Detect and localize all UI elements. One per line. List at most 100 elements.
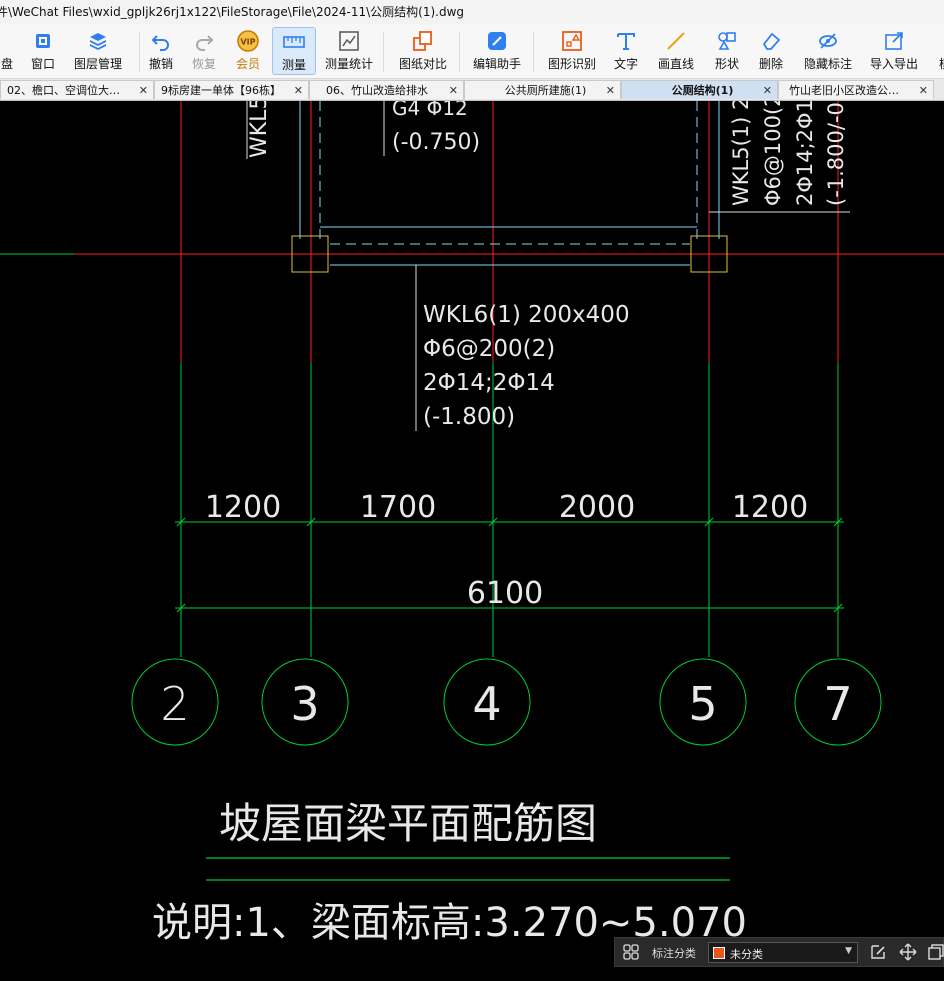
tab-document[interactable]: 9标房建一单体【96栋】 ✕ [154, 80, 309, 99]
toolbar-label: 图纸对比 [398, 57, 447, 71]
undo-icon [149, 29, 173, 53]
close-icon[interactable]: ✕ [449, 81, 458, 99]
copy-icon[interactable] [927, 943, 944, 961]
drawing-canvas[interactable]: WKL5 G4 Φ12 (-0.750) WKL5(1) 2 Φ6@100(2)… [0, 85, 944, 977]
toolbar-separator [383, 32, 384, 72]
move-icon[interactable] [899, 943, 917, 961]
axis-label: 7 [823, 677, 852, 731]
measure-stats-icon [337, 29, 361, 53]
tab-label: 公厕结构(1) [671, 84, 734, 97]
beam-note: WKL5(1) 2 [729, 101, 753, 206]
tab-label: 02、檐口、空调位大… [7, 84, 120, 97]
close-icon[interactable]: ✕ [139, 81, 148, 99]
vip-icon: VIP [236, 29, 260, 53]
axis-label: 3 [290, 677, 319, 731]
close-icon[interactable]: ✕ [606, 81, 615, 99]
toolbar-separator [139, 32, 140, 72]
category-color-swatch [713, 947, 725, 959]
window-title: 件\WeChat Files\wxid_gpljk26rj1x122\FileS… [0, 5, 465, 19]
title-bar: 件\WeChat Files\wxid_gpljk26rj1x122\FileS… [0, 0, 944, 24]
toolbar-more[interactable]: 模 [930, 27, 944, 73]
toolbar-label: 盘 [0, 57, 13, 71]
toolbar-label: 测量 [281, 58, 306, 72]
layers-icon [86, 29, 110, 53]
toolbar-measure[interactable]: 测量 [272, 27, 316, 75]
dimension-text: 2000 [559, 490, 635, 525]
toolbar-label: 导入导出 [869, 57, 918, 71]
dimension-text: 1700 [360, 490, 436, 525]
axis-label: 4 [472, 677, 501, 731]
close-icon[interactable]: ✕ [919, 81, 928, 99]
document-tabs: 02、檐口、空调位大… ✕ 9标房建一单体【96栋】 ✕ 06、竹山改造给排水 … [0, 79, 944, 101]
beam-rebar: 2Φ14;2Φ14 [423, 370, 555, 396]
axis-label: 2 [160, 677, 189, 731]
toolbar-label: 隐藏标注 [803, 57, 852, 71]
toolbar-undo[interactable]: 撤销 [146, 27, 176, 73]
svg-text:VIP: VIP [240, 38, 255, 47]
toolbar-compare[interactable]: 图纸对比 [394, 27, 452, 73]
rebar-note: G4 Φ12 [392, 101, 468, 120]
import-export-icon [882, 29, 906, 53]
toolbar-label: 形状 [714, 57, 739, 71]
beam-label: WKL5 [247, 101, 272, 158]
toolbar-label: 图层管理 [73, 57, 122, 71]
toolbar-label: 测量统计 [324, 57, 373, 71]
toolbar-disk[interactable]: 盘 [0, 27, 22, 73]
toolbar-layers[interactable]: 图层管理 [66, 27, 130, 73]
cad-drawing[interactable]: WKL5 G4 Φ12 (-0.750) WKL5(1) 2 Φ6@100(2)… [0, 85, 944, 977]
tab-document-active[interactable]: 公厕结构(1) ✕ [621, 80, 778, 99]
toolbar-import-export[interactable]: 导入导出 [864, 27, 924, 73]
tab-label: 竹山老旧小区改造公… [789, 84, 899, 97]
toolbar-shape[interactable]: 形状 [707, 27, 747, 73]
tab-label: 公共厕所建施(1) [504, 84, 587, 97]
toolbar-label: 会员 [235, 57, 260, 71]
window-icon [31, 29, 55, 53]
tab-document[interactable]: 02、檐口、空调位大… ✕ [0, 80, 154, 99]
toolbar: 盘 窗口 图层管理 撤销 恢复 VIP 会员 测量 测量统计 图纸对比 编辑助手… [0, 24, 944, 79]
beam-elevation: (-1.800) [423, 404, 515, 430]
close-icon[interactable]: ✕ [763, 81, 772, 99]
grid-icon[interactable] [623, 944, 639, 960]
elevation-note: (-0.750) [392, 130, 480, 155]
more-icon [933, 29, 944, 53]
dimension-text: 1200 [205, 490, 281, 525]
toolbar-label: 文字 [613, 57, 638, 71]
toolbar-label: 删除 [758, 57, 783, 71]
shape-recognition-icon [560, 29, 584, 53]
close-icon[interactable]: ✕ [294, 81, 303, 99]
category-select[interactable]: 未分类 ▼ [708, 942, 858, 963]
hide-annotation-icon [816, 29, 840, 53]
dimension-text: 1200 [732, 490, 808, 525]
tab-document[interactable]: 06、竹山改造给排水 ✕ [309, 80, 464, 99]
toolbar-shape-recognition[interactable]: 图形识别 [544, 27, 600, 73]
tab-label: 06、竹山改造给排水 [326, 84, 428, 97]
toolbar-redo[interactable]: 恢复 [189, 27, 219, 73]
measure-icon [282, 30, 306, 54]
toolbar-delete[interactable]: 删除 [752, 27, 790, 73]
shape-icon [715, 29, 739, 53]
toolbar-vip[interactable]: VIP 会员 [233, 27, 263, 73]
tab-document[interactable]: 公共厕所建施(1) ✕ [464, 80, 621, 99]
category-label: 标注分类 [652, 947, 696, 960]
tab-document[interactable]: 竹山老旧小区改造公… ✕ [778, 80, 934, 99]
beam-note: Φ6@100(2) [761, 101, 785, 206]
beam-stirrup: Φ6@200(2) [423, 336, 555, 362]
toolbar-edit-assistant[interactable]: 编辑助手 [469, 27, 525, 73]
toolbar-text[interactable]: 文字 [609, 27, 643, 73]
line-icon [664, 29, 688, 53]
edit-icon[interactable] [869, 943, 887, 961]
beam-note: 2Φ14;2Φ14 [793, 101, 817, 206]
annotation-category-bar: 标注分类 未分类 ▼ [614, 937, 944, 967]
toolbar-hide-annotation[interactable]: 隐藏标注 [799, 27, 857, 73]
toolbar-label: 编辑助手 [472, 57, 521, 71]
text-icon [614, 29, 638, 53]
toolbar-label: 图形识别 [547, 57, 596, 71]
toolbar-window[interactable]: 窗口 [25, 27, 61, 73]
eraser-icon [759, 29, 783, 53]
toolbar-label: 撤销 [148, 57, 173, 71]
dimension-total-text: 6100 [467, 576, 543, 611]
toolbar-measure-stats[interactable]: 测量统计 [322, 27, 376, 73]
toolbar-label: 恢复 [191, 57, 216, 71]
toolbar-label: 窗口 [30, 57, 55, 71]
toolbar-line[interactable]: 画直线 [654, 27, 698, 73]
